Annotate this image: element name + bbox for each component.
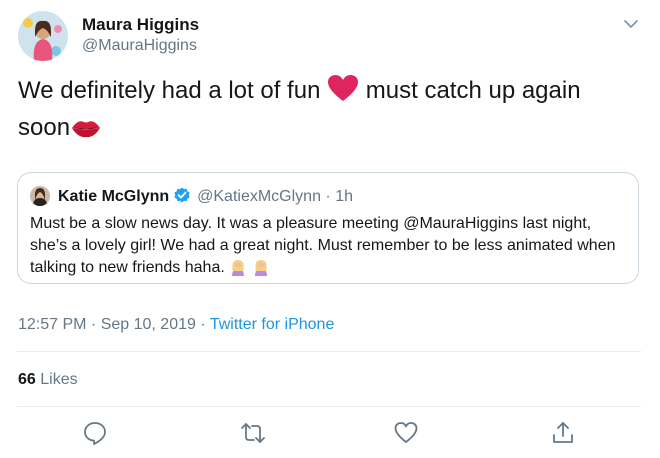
retweet-icon[interactable] — [240, 420, 266, 446]
author-avatar[interactable] — [18, 11, 68, 61]
tweet-source-link[interactable]: Twitter for iPhone — [210, 316, 335, 333]
quoted-author-name[interactable]: Katie McGlynn — [58, 188, 169, 205]
quoted-text-body: Must be a slow news day. It was a pleasu… — [30, 215, 616, 276]
tweet-time[interactable]: 12:57 PM — [18, 316, 86, 333]
tweet-date[interactable]: Sep 10, 2019 — [101, 316, 196, 333]
author-name[interactable]: Maura Higgins — [82, 15, 199, 35]
divider — [17, 406, 641, 407]
likes-stat[interactable]: 66 Likes — [18, 371, 78, 389]
author-handle[interactable]: @MauraHiggins — [82, 37, 197, 55]
quoted-time[interactable]: 1h — [335, 188, 353, 205]
quoted-tweet-card[interactable]: Katie McGlynn @KatiexMcGlynn · 1h Must be… — [17, 172, 639, 284]
quoted-author-handle[interactable]: @KatiexMcGlynn — [197, 188, 321, 205]
likes-count: 66 — [18, 371, 36, 388]
chevron-down-icon[interactable] — [622, 15, 640, 33]
kiss-mark-icon — [70, 115, 102, 148]
quoted-header: Katie McGlynn @KatiexMcGlynn · 1h — [58, 186, 353, 209]
tweet-meta: 12:57 PM · Sep 10, 2019 · Twitter for iP… — [18, 316, 334, 334]
reply-icon[interactable] — [82, 420, 108, 446]
woman-facepalming-icon — [252, 258, 270, 283]
red-heart-icon — [327, 74, 359, 111]
woman-facepalming-icon — [229, 258, 247, 283]
divider — [17, 351, 641, 352]
likes-label: Likes — [40, 371, 78, 388]
share-icon[interactable] — [550, 420, 576, 446]
verified-badge-icon — [173, 186, 191, 209]
quoted-tweet-text: Must be a slow news day. It was a pleasu… — [30, 213, 625, 283]
meta-separator: · — [195, 316, 210, 333]
quoted-author-avatar[interactable] — [30, 186, 50, 206]
tweet-text-part1: We definitely had a lot of fun — [18, 77, 328, 104]
quoted-separator: · — [320, 188, 336, 205]
like-icon[interactable] — [393, 420, 419, 446]
meta-separator: · — [86, 316, 101, 333]
tweet-text: We definitely had a lot of fun must catc… — [18, 74, 638, 148]
